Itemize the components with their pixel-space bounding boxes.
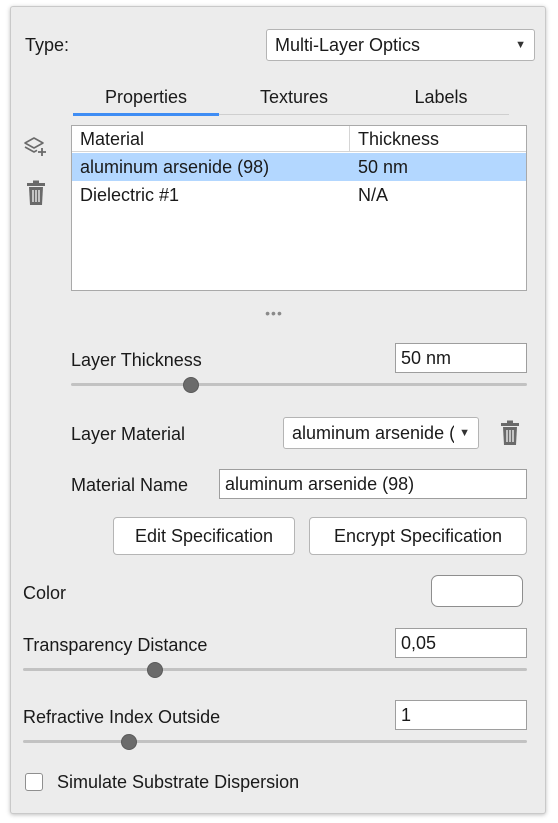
material-name-input[interactable]: aluminum arsenide (98) bbox=[219, 469, 527, 499]
type-select[interactable]: Multi-Layer Optics ▼ bbox=[266, 29, 535, 61]
cell-thickness: N/A bbox=[358, 185, 389, 205]
simulate-dispersion-label: Simulate Substrate Dispersion bbox=[57, 772, 300, 792]
cell-material: Dielectric #1 bbox=[80, 185, 180, 205]
color-swatch[interactable] bbox=[431, 575, 523, 607]
transparency-distance-slider[interactable] bbox=[23, 668, 527, 671]
column-header-thickness[interactable]: Thickness bbox=[349, 126, 526, 152]
refractive-index-label: Refractive Index Outside bbox=[23, 707, 221, 727]
chevron-down-icon: ▼ bbox=[459, 427, 470, 439]
layer-material-label: Layer Material bbox=[71, 424, 186, 444]
trash-icon[interactable] bbox=[499, 420, 521, 446]
trash-icon[interactable] bbox=[25, 180, 47, 206]
refractive-index-input[interactable]: 1 bbox=[395, 700, 527, 730]
chevron-down-icon: ▼ bbox=[515, 39, 526, 51]
layer-thickness-slider[interactable] bbox=[71, 383, 527, 386]
active-tab-indicator bbox=[73, 113, 219, 116]
cell-material: aluminum arsenide (98) bbox=[80, 157, 270, 177]
table-row[interactable]: aluminum arsenide (98) 50 nm bbox=[72, 153, 526, 181]
encrypt-specification-button[interactable]: Encrypt Specification bbox=[309, 517, 527, 555]
color-label: Color bbox=[23, 583, 67, 603]
type-label: Type: bbox=[25, 35, 70, 55]
splitter-handle[interactable]: ••• bbox=[249, 305, 299, 321]
cell-thickness: 50 nm bbox=[358, 157, 409, 177]
edit-specification-button[interactable]: Edit Specification bbox=[113, 517, 295, 555]
table-row[interactable]: Dielectric #1 N/A bbox=[72, 181, 526, 209]
add-layer-icon[interactable] bbox=[23, 135, 49, 159]
refractive-index-slider[interactable] bbox=[23, 740, 527, 743]
type-select-value: Multi-Layer Optics bbox=[275, 35, 421, 55]
layer-thickness-label: Layer Thickness bbox=[71, 350, 202, 370]
refractive-index-slider-knob[interactable] bbox=[121, 734, 137, 750]
material-name-label: Material Name bbox=[71, 475, 189, 495]
transparency-distance-input[interactable]: 0,05 bbox=[395, 628, 527, 658]
layer-thickness-slider-knob[interactable] bbox=[183, 377, 199, 393]
transparency-distance-slider-knob[interactable] bbox=[147, 662, 163, 678]
layer-material-select[interactable]: aluminum arsenide (98) ▼ bbox=[283, 417, 479, 449]
layer-material-value: aluminum arsenide (98) bbox=[292, 423, 454, 443]
tab-labels[interactable]: Labels bbox=[371, 86, 511, 108]
optics-properties-panel: Type: Multi-Layer Optics ▼ Properties Te… bbox=[10, 6, 546, 814]
transparency-distance-label: Transparency Distance bbox=[23, 635, 208, 655]
tab-properties[interactable]: Properties bbox=[75, 86, 217, 108]
simulate-dispersion-checkbox[interactable] bbox=[25, 773, 43, 791]
column-header-material[interactable]: Material bbox=[72, 126, 349, 152]
layer-thickness-input[interactable]: 50 nm bbox=[395, 343, 527, 373]
tab-textures[interactable]: Textures bbox=[219, 86, 369, 108]
layers-table: Material Thickness aluminum arsenide (98… bbox=[71, 125, 527, 291]
